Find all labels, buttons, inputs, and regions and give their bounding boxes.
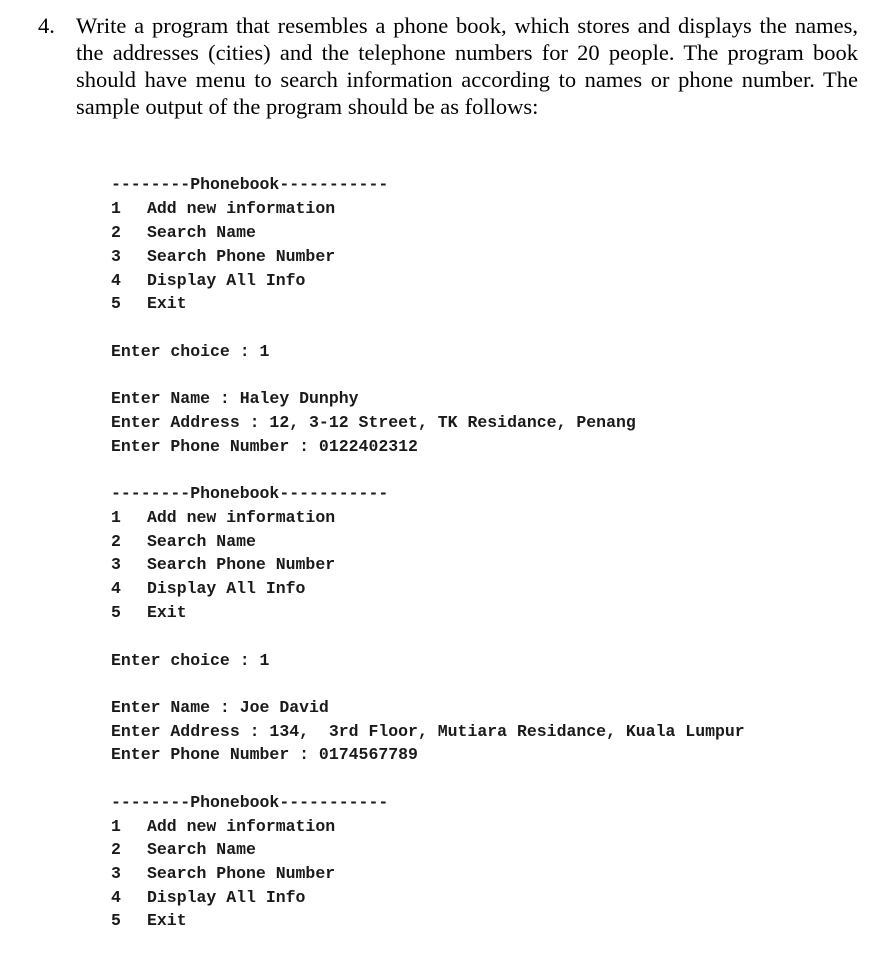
phone-input-line: Enter Phone Number : 0174567789 (111, 745, 418, 764)
menu-item-number: 5 (111, 911, 121, 930)
menu-item-number: 1 (111, 817, 121, 836)
menu-item-label: Search Phone Number (147, 864, 336, 883)
menu-item: 2 Search Name (111, 532, 256, 552)
menu-item-label: Search Phone Number (147, 247, 336, 266)
menu-item: 1 Add new information (111, 508, 335, 528)
menu-item: 5 Exit (111, 294, 187, 314)
menu-item: 2 Search Name (111, 840, 256, 860)
menu-item-label: Display All Info (147, 271, 306, 290)
name-input-line: Enter Name : Haley Dunphy (111, 389, 359, 408)
menu-item: 4 Display All Info (111, 271, 305, 291)
address-input-line: Enter Address : 12, 3-12 Street, TK Resi… (111, 413, 636, 432)
menu-item-number: 5 (111, 294, 121, 313)
menu-item-number: 5 (111, 603, 121, 622)
menu-item: 2 Search Name (111, 223, 256, 243)
name-input-line: Enter Name : Joe David (111, 698, 329, 717)
menu-item-label: Exit (147, 603, 187, 622)
question-number: 4. (38, 13, 55, 38)
question: 4. Write a program that resembles a phon… (38, 12, 858, 120)
menu-item: 3 Search Phone Number (111, 864, 335, 884)
menu-item-number: 4 (111, 579, 121, 598)
menu-item-number: 3 (111, 864, 121, 883)
menu-item-label: Display All Info (147, 579, 306, 598)
menu-item: 4 Display All Info (111, 888, 305, 908)
menu-item: 3 Search Phone Number (111, 555, 335, 575)
menu-item: 5 Exit (111, 603, 187, 623)
menu-item-label: Search Name (147, 532, 256, 551)
menu-item-number: 4 (111, 271, 121, 290)
menu-item-number: 2 (111, 532, 121, 551)
menu-header: --------Phonebook----------- (111, 793, 389, 812)
menu-item-number: 2 (111, 840, 121, 859)
menu-item-label: Search Name (147, 223, 256, 242)
menu-item-label: Add new information (147, 199, 336, 218)
menu-item-label: Exit (147, 294, 187, 313)
menu-item-label: Search Phone Number (147, 555, 336, 574)
choice-prompt: Enter choice : 1 (111, 342, 270, 361)
menu-header: --------Phonebook----------- (111, 175, 389, 194)
menu-item-label: Display All Info (147, 888, 306, 907)
menu-item-label: Add new information (147, 817, 336, 836)
menu-item: 5 Exit (111, 911, 187, 931)
menu-item-label: Add new information (147, 508, 336, 527)
menu-item-label: Exit (147, 911, 187, 930)
menu-item-number: 1 (111, 199, 121, 218)
choice-prompt: Enter choice : 1 (111, 651, 270, 670)
menu-item-label: Search Name (147, 840, 256, 859)
menu-item-number: 4 (111, 888, 121, 907)
menu-item-number: 3 (111, 247, 121, 266)
menu-item: 1 Add new information (111, 199, 335, 219)
address-input-line: Enter Address : 134, 3rd Floor, Mutiara … (111, 722, 745, 741)
menu-item-number: 1 (111, 508, 121, 527)
menu-header: --------Phonebook----------- (111, 484, 389, 503)
menu-item: 1 Add new information (111, 817, 335, 837)
question-text: Write a program that resembles a phone b… (76, 13, 858, 119)
menu-item-number: 3 (111, 555, 121, 574)
menu-item: 4 Display All Info (111, 579, 305, 599)
phone-input-line: Enter Phone Number : 0122402312 (111, 437, 418, 456)
sample-output: --------Phonebook----------- 1 Add new in… (111, 0, 745, 930)
menu-item: 3 Search Phone Number (111, 247, 335, 267)
menu-item-number: 2 (111, 223, 121, 242)
